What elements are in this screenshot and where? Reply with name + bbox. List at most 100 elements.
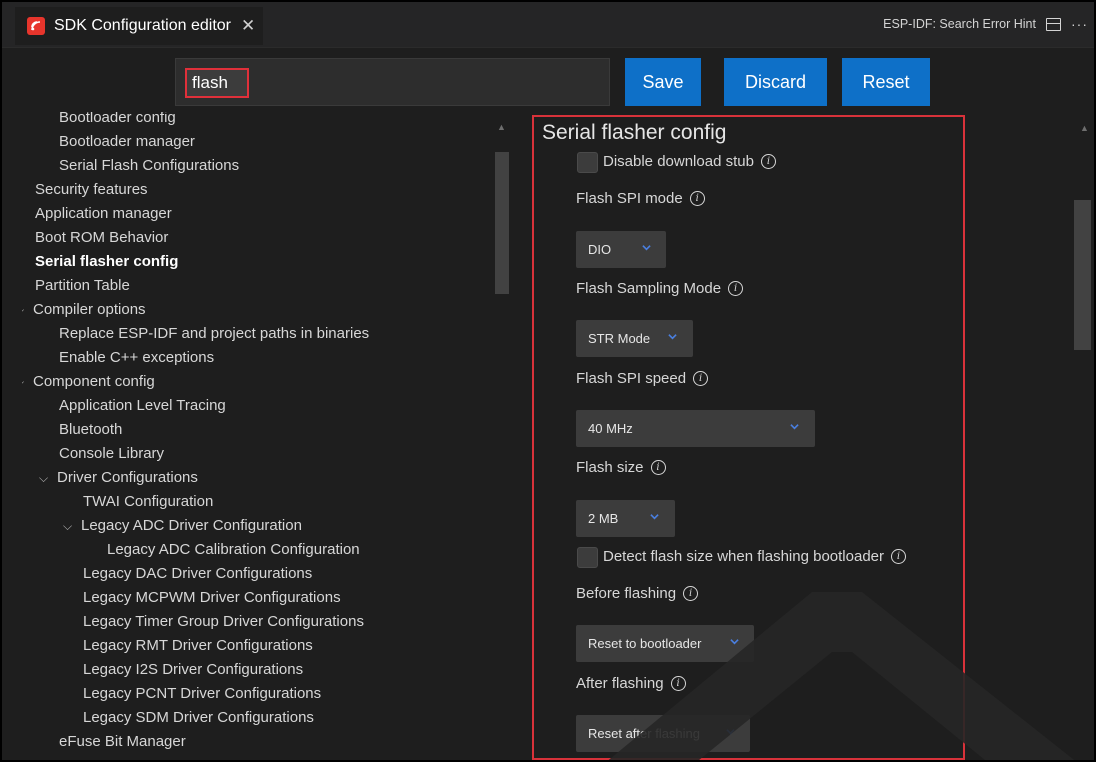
tree-item[interactable]: Legacy I2S Driver Configurations <box>83 658 303 682</box>
flash-spi-mode-label: Flash SPI mode i <box>576 190 705 207</box>
flash-size-value: 2 MB <box>588 511 619 526</box>
tree-item[interactable]: Legacy PCNT Driver Configurations <box>83 682 321 706</box>
tree-item-label: Security features <box>35 181 148 198</box>
tree-item[interactable]: ⌵Compiler options <box>22 298 146 322</box>
info-icon[interactable]: i <box>760 154 776 169</box>
tree-item[interactable]: Legacy ADC Calibration Configuration <box>107 538 360 562</box>
split-layout-icon[interactable] <box>1046 17 1061 31</box>
tree-item[interactable]: Boot ROM Behavior <box>35 226 168 250</box>
tree-item[interactable]: ESP-TLS <box>59 754 122 760</box>
flash-sampling-mode-label: Flash Sampling Mode i <box>576 280 744 297</box>
info-icon[interactable]: i <box>693 371 709 386</box>
scroll-up-arrow-icon[interactable]: ▲ <box>1080 123 1089 133</box>
info-icon[interactable]: i <box>650 460 666 475</box>
scroll-up-arrow-icon[interactable]: ▲ <box>497 122 506 132</box>
tree-item[interactable]: TWAI Configuration <box>83 490 213 514</box>
tree-item-label: Console Library <box>59 445 165 462</box>
tree-item-label: Legacy DAC Driver Configurations <box>83 565 313 582</box>
tree-item[interactable]: Application manager <box>35 202 172 226</box>
reset-button[interactable]: Reset <box>842 58 930 106</box>
search-error-hint-button[interactable]: ESP-IDF: Search Error Hint <box>883 17 1036 31</box>
flash-spi-mode-text: Flash SPI mode <box>576 190 683 207</box>
chevron-down-icon[interactable]: ⌵ <box>63 514 81 538</box>
tree-item-label: Application manager <box>35 205 172 222</box>
tree-item[interactable]: Bluetooth <box>59 418 122 442</box>
chevron-down-icon[interactable]: ⌵ <box>22 370 33 394</box>
espressif-logo-icon <box>27 17 45 35</box>
tree-item-label: Driver Configurations <box>57 469 198 486</box>
tree-item-label: Partition Table <box>35 277 130 294</box>
detect-flash-size-checkbox[interactable] <box>577 547 598 568</box>
config-tree: Bootloader config Bootloader manager Seria… <box>22 112 514 760</box>
disable-download-stub-text: Disable download stub <box>603 153 754 170</box>
before-flashing-value: Reset to bootloader <box>588 636 702 651</box>
flash-spi-mode-select[interactable]: DIO <box>576 231 666 268</box>
info-icon[interactable]: i <box>670 676 686 691</box>
editor-actions: ESP-IDF: Search Error Hint ··· <box>883 16 1088 32</box>
info-icon[interactable]: i <box>891 549 907 564</box>
tree-item[interactable]: Enable C++ exceptions <box>59 346 214 370</box>
panel-title: Serial flasher config <box>542 121 727 144</box>
tree-item[interactable]: ⌵Component config <box>22 370 155 394</box>
search-input[interactable] <box>185 68 249 98</box>
tab-bar: SDK Configuration editor ✕ ESP-IDF: Sear… <box>2 2 1094 48</box>
sdk-config-window: SDK Configuration editor ✕ ESP-IDF: Sear… <box>0 0 1096 762</box>
flash-spi-speed-text: Flash SPI speed <box>576 370 687 387</box>
save-button[interactable]: Save <box>625 58 701 106</box>
tree-item-label: Compiler options <box>33 301 146 318</box>
tree-item-label: TWAI Configuration <box>83 493 214 510</box>
tree-item-label: Legacy RMT Driver Configurations <box>83 637 313 654</box>
chevron-down-icon[interactable]: ⌵ <box>39 466 57 490</box>
after-flashing-select[interactable]: Reset after flashing <box>576 715 750 752</box>
tree-item[interactable]: Legacy MCPWM Driver Configurations <box>83 586 341 610</box>
after-flashing-value: Reset after flashing <box>588 726 701 741</box>
info-icon[interactable]: i <box>728 281 744 296</box>
flash-spi-speed-label: Flash SPI speed i <box>576 370 709 387</box>
chevron-down-icon <box>642 245 651 251</box>
tree-item[interactable]: Legacy RMT Driver Configurations <box>83 634 313 658</box>
tree-item[interactable]: eFuse Bit Manager <box>59 730 186 754</box>
flash-spi-speed-select[interactable]: 40 MHz <box>576 410 815 447</box>
flash-sampling-mode-select[interactable]: STR Mode <box>576 320 693 357</box>
tree-item-label: Bootloader manager <box>59 133 195 150</box>
tree-item-label: Legacy PCNT Driver Configurations <box>83 685 322 702</box>
close-icon[interactable]: ✕ <box>241 16 255 36</box>
more-actions-icon[interactable]: ··· <box>1071 16 1088 32</box>
before-flashing-label: Before flashing i <box>576 585 699 602</box>
tree-item-label: Serial Flash Configurations <box>59 157 240 174</box>
tree-item[interactable]: Replace ESP-IDF and project paths in bin… <box>59 322 369 346</box>
tree-item[interactable]: ⌵ Legacy ADC Driver Configuration <box>61 514 302 538</box>
flash-size-select[interactable]: 2 MB <box>576 500 675 537</box>
tab-title: SDK Configuration editor <box>54 17 231 34</box>
panel-scrollbar[interactable] <box>1074 200 1091 350</box>
chevron-down-icon <box>730 639 739 645</box>
tree-item-label: Legacy Timer Group Driver Configurations <box>83 613 364 630</box>
tree-item[interactable]: Serial Flash Configurations <box>59 154 239 178</box>
tree-scrollbar[interactable] <box>495 152 509 294</box>
tree-item[interactable]: Security features <box>35 178 148 202</box>
before-flashing-select[interactable]: Reset to bootloader <box>576 625 754 662</box>
chevron-down-icon[interactable]: ⌵ <box>22 298 33 322</box>
info-icon[interactable]: i <box>683 586 699 601</box>
tree-item-label: Legacy ADC Calibration Configuration <box>107 541 360 558</box>
disable-download-stub-checkbox[interactable] <box>577 152 598 173</box>
discard-button[interactable]: Discard <box>724 58 827 106</box>
tree-item[interactable]: Partition Table <box>35 274 130 298</box>
tree-item[interactable]: Bootloader manager <box>59 130 195 154</box>
tree-item[interactable]: Console Library <box>59 442 164 466</box>
tree-item[interactable]: Legacy SDM Driver Configurations <box>83 706 314 730</box>
tree-item[interactable]: Serial flasher config <box>35 250 178 274</box>
tree-item[interactable]: Legacy DAC Driver Configurations <box>83 562 312 586</box>
tree-item-label: Replace ESP-IDF and project paths in bin… <box>59 325 370 342</box>
tree-item-label: eFuse Bit Manager <box>59 733 186 750</box>
tree-item[interactable]: Application Level Tracing <box>59 394 226 418</box>
tree-item-label: Bootloader config <box>59 112 176 126</box>
tree-item-label: Legacy ADC Driver Configuration <box>81 517 302 534</box>
tree-item[interactable]: ⌵ Driver Configurations <box>37 466 198 490</box>
tab-sdk-config-editor[interactable]: SDK Configuration editor ✕ <box>15 7 263 45</box>
tree-item[interactable]: Bootloader config <box>59 112 176 130</box>
tree-item-label: Legacy I2S Driver Configurations <box>83 661 304 678</box>
info-icon[interactable]: i <box>689 191 705 206</box>
tree-item[interactable]: Legacy Timer Group Driver Configurations <box>83 610 364 634</box>
detect-flash-size-label: Detect flash size when flashing bootload… <box>603 548 907 565</box>
